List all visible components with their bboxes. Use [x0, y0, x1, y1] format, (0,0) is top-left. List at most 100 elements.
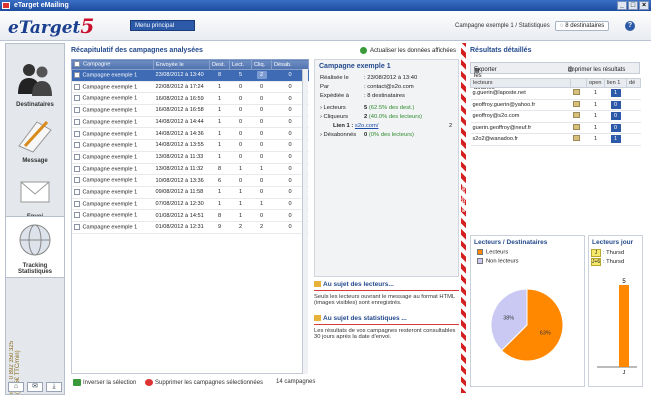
table-row[interactable]: Campagne exemple 1 14/08/2012 à 14:36 1 0 0 0: [71, 127, 309, 141]
pen-paper-icon: [18, 120, 52, 153]
row-checkbox[interactable]: [73, 107, 80, 114]
table-row[interactable]: Campagne exemple 1 13/08/2012 à 11:33 1 0 0 0: [71, 151, 309, 164]
window-title: eTarget eMailing: [14, 2, 69, 9]
legend-lecteurs: Lecteurs: [477, 249, 584, 258]
window-title-bar: eTarget eMailing _ □ ×: [0, 0, 651, 11]
row-checkbox[interactable]: [73, 153, 80, 160]
link-1[interactable]: s2o.com/: [355, 123, 379, 129]
pie-label-1: 38%: [503, 315, 514, 321]
row-checkbox[interactable]: [73, 224, 80, 231]
recipient-count-badge[interactable]: ◌ 8 destinataires: [555, 21, 610, 31]
col-campagne[interactable]: Campagne: [71, 59, 154, 70]
sidebar-item-tracking[interactable]: Tracking Statistiques: [6, 216, 64, 278]
detail-title: Campagne exemple 1: [319, 63, 391, 70]
col-open[interactable]: open: [586, 78, 605, 88]
about-statistiques: Au sujet des statistiques ... Les résult…: [314, 315, 459, 340]
contact-card-icon[interactable]: [572, 100, 580, 107]
table-row[interactable]: Campagne exemple 1 01/08/2012 à 12:31 9 2 2 0: [71, 221, 309, 234]
app-header: eTarget5 Menu principal Campagne exemple…: [0, 11, 651, 41]
detail-lecteurs[interactable]: › Lecteurs 5 (62.5% des dest.): [315, 105, 458, 114]
minimize-button[interactable]: _: [617, 1, 627, 10]
table-row[interactable]: Campagne exemple 1 01/08/2012 à 14:51 8 1 0 0: [71, 209, 309, 222]
table-row[interactable]: Campagne exemple 1 23/08/2012 à 13:40 8 5 2 0: [71, 69, 309, 82]
home-icon[interactable]: ⌂: [8, 382, 24, 392]
delete-icon: [145, 379, 153, 386]
close-button[interactable]: ×: [639, 1, 649, 10]
campaigns-scrollbar[interactable]: [302, 69, 308, 374]
row-checkbox[interactable]: [73, 165, 80, 172]
row-checkbox[interactable]: [73, 188, 80, 195]
bar-value-label: 5: [622, 279, 626, 285]
row-checkbox[interactable]: [73, 212, 80, 219]
table-row[interactable]: guerin.geoffroy@neuf.fr 1 0: [470, 122, 641, 134]
globe-icon: [19, 224, 51, 256]
table-row[interactable]: Campagne exemple 1 14/08/2012 à 13:55 1 0 0 0: [71, 139, 309, 152]
contact-card-icon[interactable]: [572, 112, 580, 119]
legend-j: J: Thursd: [591, 249, 642, 258]
table-row[interactable]: Campagne exemple 1 22/08/2012 à 17:24 1 0 0 0: [71, 81, 309, 94]
table-row[interactable]: geoffroy.guerin@yahoo.fr 1 0: [470, 99, 641, 111]
pie-chart: 63% 38%: [490, 288, 564, 362]
table-row[interactable]: Campagne exemple 1 16/08/2012 à 16:59 1 0 0 0: [71, 92, 309, 106]
campaigns-table: Campagne Envoyée le Dest. Lect. Cliq. Dé…: [71, 59, 309, 234]
main-menu-button[interactable]: Menu principal: [130, 20, 195, 31]
app-logo: eTarget5: [8, 14, 95, 38]
row-checkbox[interactable]: [73, 142, 80, 149]
detail-cliqueurs[interactable]: › Cliqueurs 2 (40.0% des lecteurs): [315, 114, 458, 123]
delete-campaigns-button[interactable]: Supprimer les campagnes sélectionnées: [145, 379, 263, 386]
bar-j[interactable]: [619, 285, 629, 367]
sidebar-item-message[interactable]: Message: [6, 112, 64, 168]
col-dest[interactable]: Dest.: [209, 59, 230, 70]
maximize-button[interactable]: □: [628, 1, 638, 10]
legend-j6: J+6: Thursd: [591, 258, 625, 266]
row-checkbox[interactable]: [73, 83, 80, 90]
people-icon: [18, 64, 52, 96]
campaign-count: 14 campagnes: [276, 379, 316, 385]
table-row[interactable]: Campagne exemple 1 10/08/2012 à 13:36 6 0 0 0: [71, 174, 309, 187]
col-cliq[interactable]: Cliq.: [251, 59, 272, 70]
sidebar: Destinataires Message Envoi Tracking Sta…: [5, 43, 65, 395]
col-icon: [570, 78, 587, 88]
breadcrumb: Campagne exemple 1 / Statistiques: [455, 23, 550, 29]
mail-icon[interactable]: ✉: [27, 382, 43, 392]
campaigns-header-row: Campagne Envoyée le Dest. Lect. Cliq. Dé…: [71, 59, 309, 70]
col-desab[interactable]: dé: [626, 78, 641, 88]
detail-desabonnes[interactable]: › Désabonnés 0 (0% des lecteurs): [315, 132, 458, 141]
table-row[interactable]: Campagne exemple 1 07/08/2012 à 12:30 1 1 1 0: [71, 198, 309, 211]
col-lect[interactable]: Lect.: [229, 59, 252, 70]
bar-x-label: J: [623, 370, 626, 376]
sidebar-item-destinataires[interactable]: Destinataires: [6, 56, 64, 112]
campaigns-action-bar: Inverser la sélection Supprimer les camp…: [71, 376, 461, 388]
contact-card-icon[interactable]: [572, 89, 580, 96]
help-icon[interactable]: ?: [625, 21, 635, 31]
table-row[interactable]: s2o2@wanadoo.fr 1 1: [470, 133, 641, 146]
row-checkbox[interactable]: [73, 130, 80, 137]
pie-label-0: 63%: [540, 331, 551, 337]
col-envoyee[interactable]: Envoyée le: [153, 59, 210, 70]
row-checkbox[interactable]: [73, 72, 80, 79]
col-desab[interactable]: Désab.: [271, 59, 309, 70]
invert-selection-button[interactable]: Inverser la sélection: [73, 379, 136, 386]
table-row[interactable]: Campagne exemple 1 13/08/2012 à 11:32 8 1 1 0: [71, 163, 309, 176]
table-row[interactable]: Campagne exemple 1 14/08/2012 à 14:44 1 0 0 0: [71, 116, 309, 129]
row-checkbox[interactable]: [73, 118, 80, 125]
table-row[interactable]: Campagne exemple 1 16/08/2012 à 16:58 1 0 0 0: [71, 104, 309, 117]
envelope-icon: [20, 181, 50, 203]
col-lien1[interactable]: lien 1: [604, 78, 627, 88]
table-row[interactable]: g.guerin@laposte.net 1 1: [470, 87, 641, 100]
refresh-icon: [360, 47, 367, 54]
table-row[interactable]: geoffroy@s2o.com 1 0: [470, 110, 641, 123]
row-checkbox[interactable]: [73, 177, 80, 184]
select-all-checkbox[interactable]: [74, 61, 80, 68]
contact-card-icon[interactable]: [572, 123, 580, 130]
panel-splitter[interactable]: [461, 43, 466, 393]
refresh-button[interactable]: Actualiser les données affichées: [360, 47, 456, 54]
row-checkbox[interactable]: [73, 200, 80, 207]
sidebar-tools: ⌂ ✉ ⤓: [8, 382, 62, 392]
col-lecteurs[interactable]: lecteurs: [470, 78, 571, 88]
about-lecteurs: Au sujet des lecteurs... Seuls les lecte…: [314, 281, 459, 306]
row-checkbox[interactable]: [73, 95, 80, 102]
contact-card-icon[interactable]: [572, 135, 580, 142]
download-icon[interactable]: ⤓: [46, 382, 62, 392]
table-row[interactable]: Campagne exemple 1 09/08/2012 à 11:58 1 1 0 0: [71, 186, 309, 199]
